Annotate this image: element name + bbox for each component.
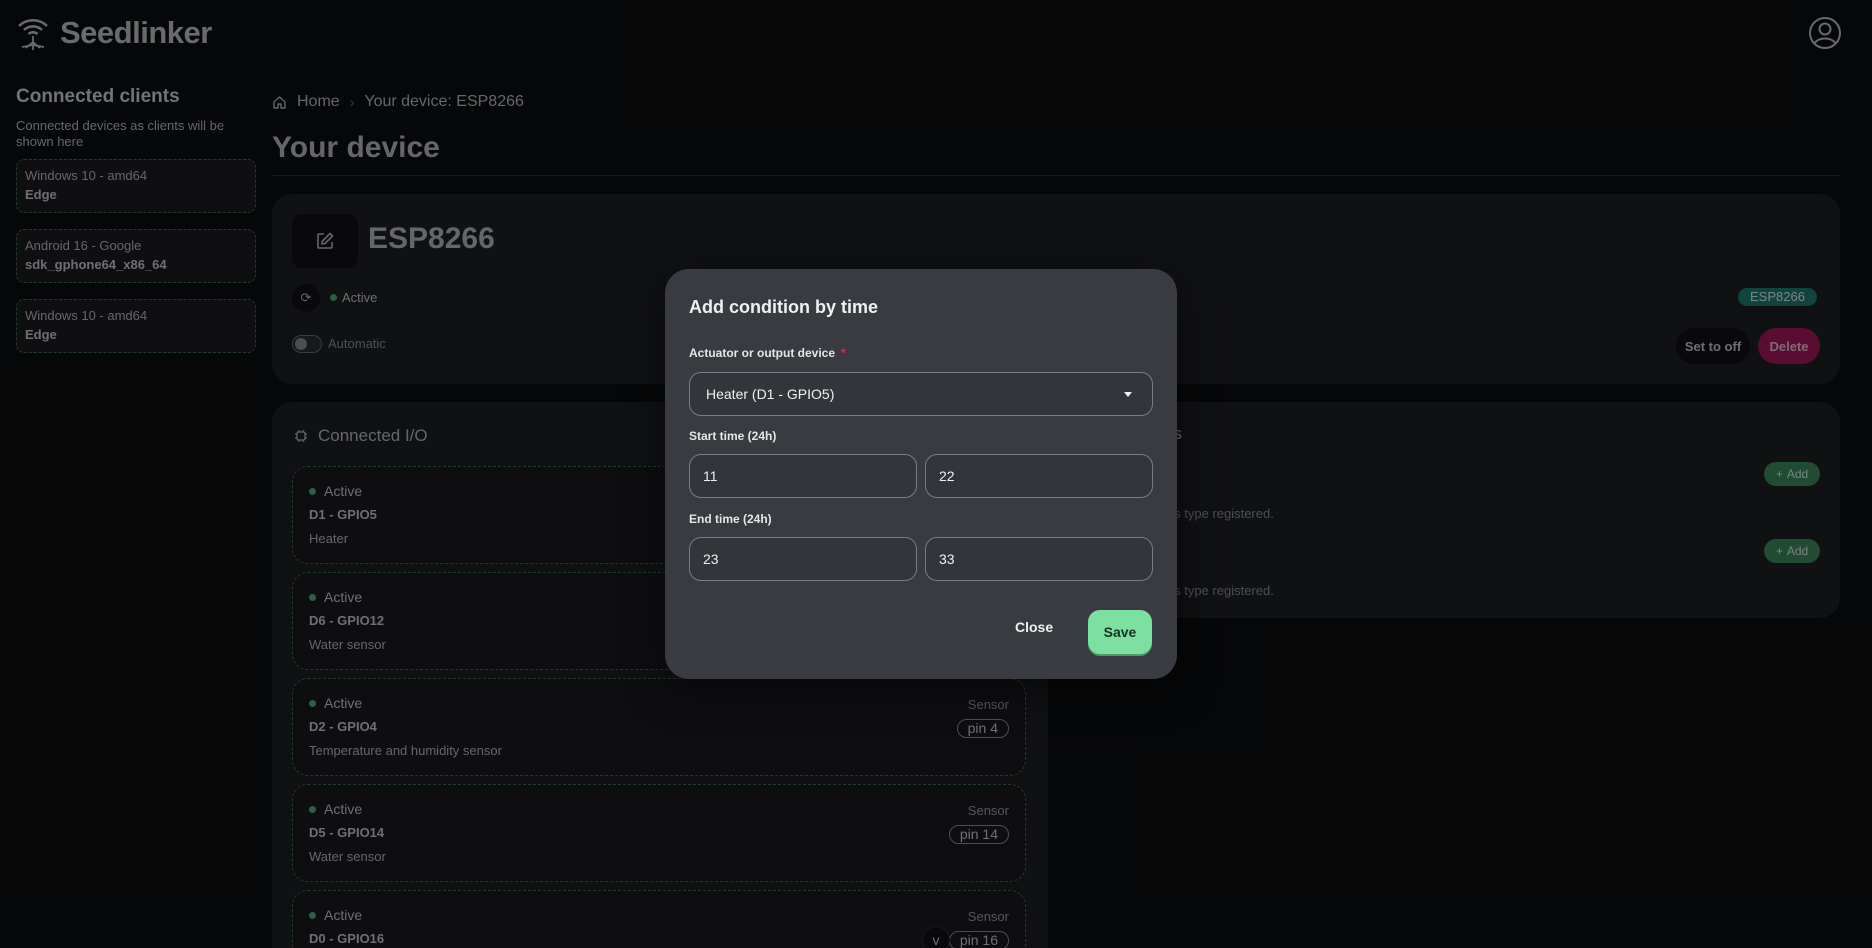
end-hour-input[interactable]: [689, 537, 917, 581]
end-time-label: End time (24h): [689, 512, 772, 526]
actuator-label: Actuator or output device *: [689, 346, 846, 360]
required-mark: *: [841, 346, 846, 360]
caret-down-icon: [1124, 391, 1132, 397]
actuator-select[interactable]: Heater (D1 - GPIO5): [689, 372, 1153, 416]
actuator-value: Heater (D1 - GPIO5): [706, 386, 835, 402]
add-condition-modal: Add condition by time Actuator or output…: [665, 269, 1177, 679]
end-minute-input[interactable]: [925, 537, 1153, 581]
close-button[interactable]: Close: [1015, 619, 1053, 635]
start-time-label: Start time (24h): [689, 429, 777, 443]
modal-title: Add condition by time: [689, 297, 878, 317]
actuator-label-text: Actuator or output device: [689, 346, 836, 360]
save-button[interactable]: Save: [1088, 610, 1152, 654]
start-hour-input[interactable]: [689, 454, 917, 498]
start-minute-input[interactable]: [925, 454, 1153, 498]
